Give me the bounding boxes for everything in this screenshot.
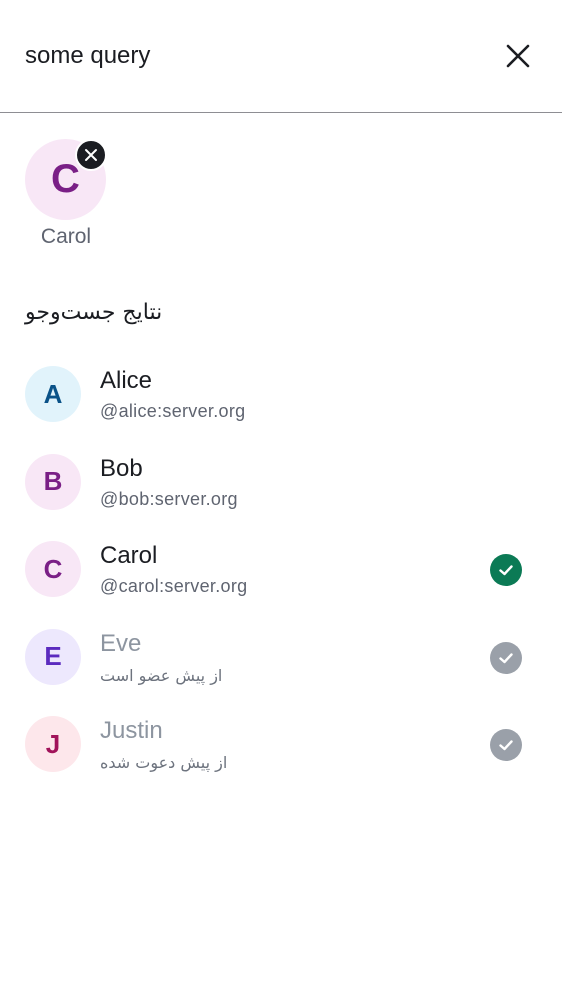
list-item: E Eve از پیش عضو است [0,614,562,702]
search-input[interactable] [25,36,465,76]
user-name: Carol [100,542,158,569]
user-name: Alice [100,367,153,394]
search-bar [0,0,562,113]
avatar: A [25,366,81,422]
remove-selected-button[interactable] [75,139,107,171]
avatar: E [25,628,81,685]
membership-status: از پیش دعوت شده [100,753,228,772]
avatar: C [25,541,81,597]
user-name: Eve [100,629,142,657]
check-icon [490,641,522,674]
close-icon [85,149,97,161]
check-icon [490,554,522,586]
selected-user-chip: C Carol [25,139,107,251]
avatar: J [25,716,81,772]
user-id: @bob:server.org [100,488,238,509]
list-item[interactable]: C Carol @carol:server.org [0,526,562,614]
avatar: B [25,453,81,510]
user-name: Bob [100,454,143,482]
membership-status: از پیش عضو است [100,665,223,685]
close-icon [506,44,530,68]
list-item: J Justin از پیش دعوت شده [0,701,562,789]
check-icon [490,729,522,761]
user-id: @alice:server.org [100,401,246,421]
search-results-heading: نتایج جست‌وجو [25,300,163,325]
user-id: @carol:server.org [100,576,248,596]
search-results-list: A Alice @alice:server.org B Bob @bob:server.o… [0,351,562,789]
chip-label: Carol [40,225,92,248]
user-name: Justin [100,717,163,744]
close-search-button[interactable] [496,34,540,78]
list-item[interactable]: B Bob @bob:server.org [0,439,562,527]
list-item[interactable]: A Alice @alice:server.org [0,351,562,439]
